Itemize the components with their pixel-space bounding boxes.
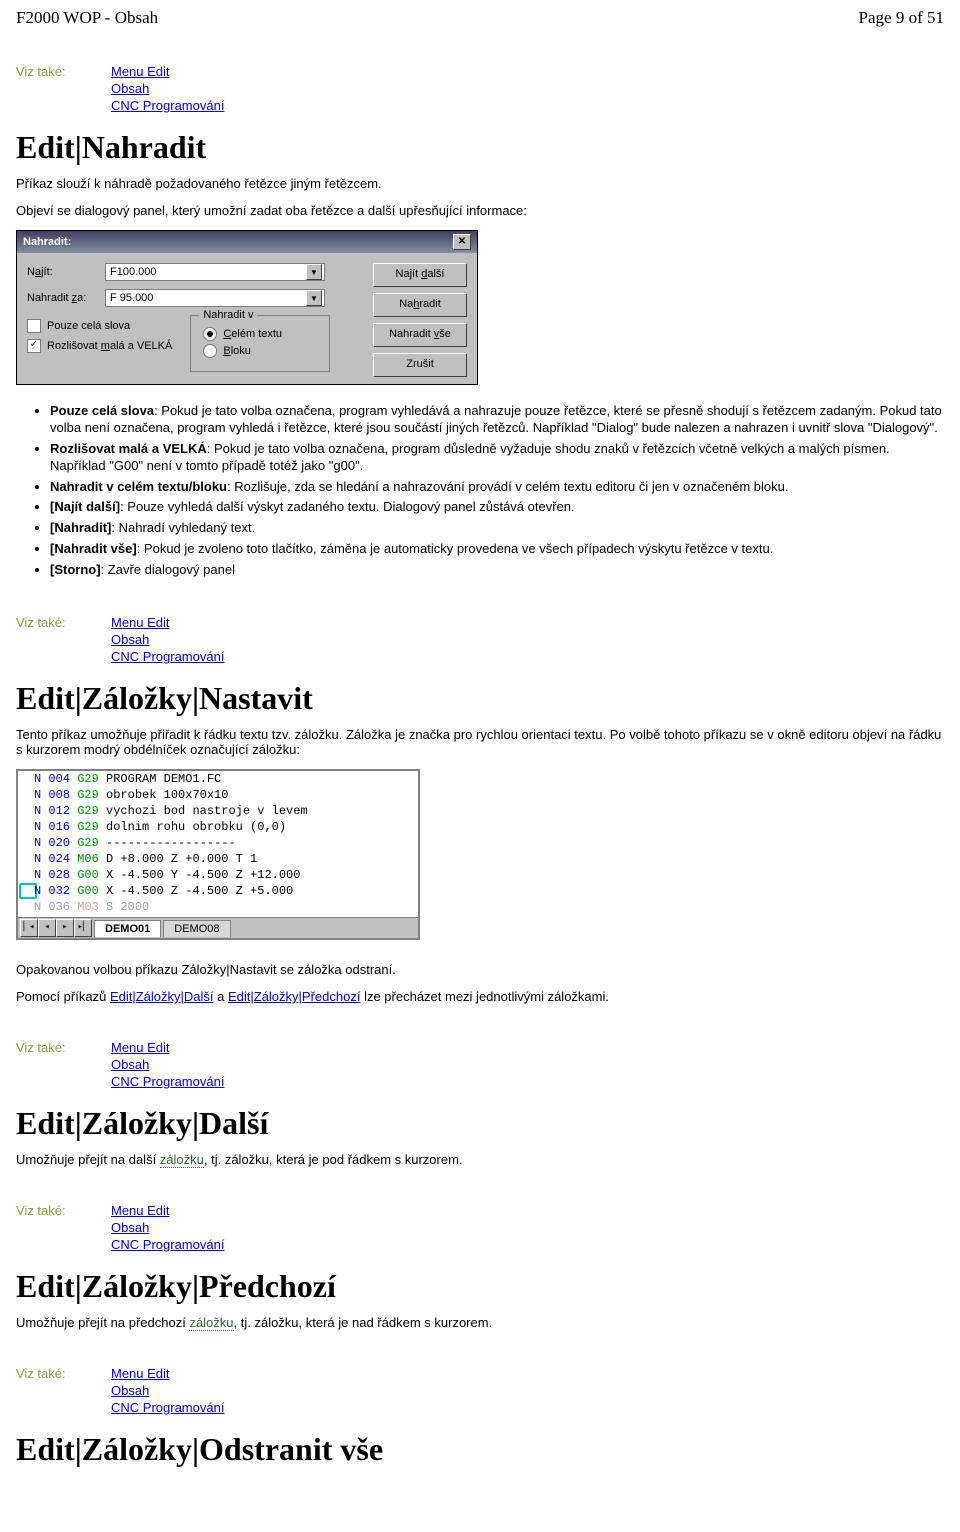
page-header-left: F2000 WOP - Obsah [16,8,158,28]
see-also-2: Viz také: Menu Edit Obsah CNC Programová… [16,615,944,666]
chevron-down-icon[interactable]: ▼ [306,264,322,280]
tab-first-button[interactable]: ▏◂ [20,919,38,937]
find-input[interactable]: F100.000 ▼ [105,263,325,281]
link-zalozku[interactable]: záložku [189,1315,233,1331]
link-cnc-programovani[interactable]: CNC Programování [111,1400,224,1415]
replace-scope-group: Nahradit v Celém textu Bloku [190,315,330,372]
code-editor: N 004 G29 PROGRAM DEMO1.FCN 008 G29 obro… [16,769,420,940]
tab-demo01[interactable]: DEMO01 [94,920,161,937]
replace-button[interactable]: Nahradit [373,293,467,317]
group-title: Nahradit v [199,309,257,321]
sec1-intro: Příkaz slouží k náhradě požadovaného řet… [16,176,944,191]
editor-line: N 004 G29 PROGRAM DEMO1.FC [18,771,418,787]
sec4-text: Umožňuje přejít na předchozí záložku, tj… [16,1315,944,1330]
editor-tabstrip: ▏◂ ◂ ▸ ▸▏ DEMO01 DEMO08 [18,917,418,938]
editor-line: N 028 G00 X -4.500 Y -4.500 Z +12.000 [18,867,418,883]
tab-demo08[interactable]: DEMO08 [163,920,230,937]
see-also-3: Viz také: Menu Edit Obsah CNC Programová… [16,1040,944,1091]
heading-edit-nahradit: Edit|Nahradit [16,129,944,166]
tab-last-button[interactable]: ▸▏ [74,919,92,937]
link-obsah[interactable]: Obsah [111,1057,224,1072]
replace-input-value: F 95.000 [110,292,153,304]
radio-icon [203,327,217,341]
heading-zalozky-dalsi: Edit|Záložky|Další [16,1105,944,1142]
sec3-text: Umožňuje přejít na další záložku, tj. zá… [16,1152,944,1167]
tab-prev-button[interactable]: ◂ [38,919,56,937]
link-menu-edit[interactable]: Menu Edit [111,64,224,79]
sec1-afterdialog: Objeví se dialogový panel, který umožní … [16,203,944,218]
cancel-button[interactable]: Zrušit [373,353,467,377]
sec2-nav: Pomocí příkazů Edit|Záložky|Další a Edit… [16,989,944,1004]
find-label: Najít: [27,266,105,278]
heading-zalozky-odstranit-vse: Edit|Záložky|Odstranit vše [16,1431,944,1468]
chevron-down-icon[interactable]: ▼ [306,290,322,306]
see-also-label: Viz také: [16,64,111,115]
radio-whole-text[interactable]: Celém textu [203,327,317,341]
find-next-button[interactable]: Najít další [373,263,467,287]
editor-line: N 024 M06 D +8.000 Z +0.000 T 1 [18,851,418,867]
link-menu-edit[interactable]: Menu Edit [111,1203,224,1218]
replace-dialog: Nahradit: ✕ Najít další Nahradit Nahradi… [16,230,478,385]
tab-next-button[interactable]: ▸ [56,919,74,937]
editor-line: N 036 M03 S 2000 [18,899,418,915]
heading-zalozky-nastavit: Edit|Záložky|Nastavit [16,680,944,717]
link-zalozku[interactable]: záložku [160,1152,204,1168]
editor-line: N 008 G29 obrobek 100x70x10 [18,787,418,803]
radio-icon [203,344,217,358]
editor-line: N 020 G29 ------------------ [18,835,418,851]
replace-all-button[interactable]: Nahradit vše [373,323,467,347]
heading-zalozky-predchozi: Edit|Záložky|Předchozí [16,1268,944,1305]
radio-block[interactable]: Bloku [203,344,317,358]
page-header-right: Page 9 of 51 [859,8,944,28]
match-case-checkbox[interactable]: ✓ Rozlišovat malá a VELKÁ [27,339,172,353]
editor-line: N 032 G00 X -4.500 Z -4.500 Z +5.000 [18,883,418,899]
link-cnc-programovani[interactable]: CNC Programování [111,98,224,113]
find-input-value: F100.000 [110,266,156,278]
link-zalozky-dalsi[interactable]: Edit|Záložky|Další [110,989,214,1004]
sec1-bullets: Pouze celá slova: Pokud je tato volba oz… [50,403,944,579]
editor-line: N 012 G29 vychozi bod nastroje v levem [18,803,418,819]
link-obsah[interactable]: Obsah [111,1220,224,1235]
editor-line: N 016 G29 dolnim rohu obrobku (0,0) [18,819,418,835]
sec2-intro: Tento příkaz umožňuje přiřadit k řádku t… [16,727,944,757]
see-also-4: Viz také: Menu Edit Obsah CNC Programová… [16,1203,944,1254]
see-also-1: Viz také: Menu Edit Obsah CNC Programová… [16,64,944,115]
replace-label: Nahradit za: [27,292,105,304]
dialog-title: Nahradit: [23,236,71,248]
link-cnc-programovani[interactable]: CNC Programování [111,1074,224,1089]
link-zalozky-predchozi[interactable]: Edit|Záložky|Předchozí [228,989,360,1004]
whole-words-checkbox[interactable]: Pouze celá slova [27,319,172,333]
match-case-label: Rozlišovat malá a VELKÁ [47,340,172,352]
link-obsah[interactable]: Obsah [111,632,224,647]
replace-input[interactable]: F 95.000 ▼ [105,289,325,307]
link-menu-edit[interactable]: Menu Edit [111,1366,224,1381]
link-obsah[interactable]: Obsah [111,81,224,96]
see-also-5: Viz také: Menu Edit Obsah CNC Programová… [16,1366,944,1417]
link-menu-edit[interactable]: Menu Edit [111,615,224,630]
link-cnc-programovani[interactable]: CNC Programování [111,649,224,664]
close-icon[interactable]: ✕ [453,234,471,250]
checkbox-icon: ✓ [27,339,41,353]
checkbox-icon [27,319,41,333]
sec2-after: Opakovanou volbou příkazu Záložky|Nastav… [16,962,944,977]
link-obsah[interactable]: Obsah [111,1383,224,1398]
link-cnc-programovani[interactable]: CNC Programování [111,1237,224,1252]
link-menu-edit[interactable]: Menu Edit [111,1040,224,1055]
whole-words-label: Pouze celá slova [47,320,130,332]
